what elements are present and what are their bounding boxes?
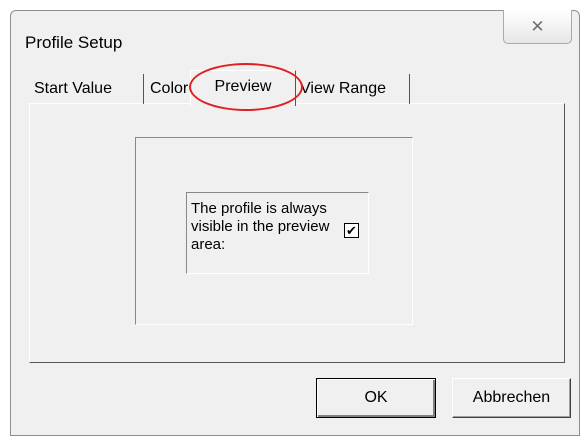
tab-separator	[409, 74, 410, 104]
tab-start-value-label: Start Value	[34, 80, 112, 97]
close-button[interactable]: ✕	[503, 10, 572, 44]
cancel-button-label: Abbrechen	[472, 389, 551, 406]
ok-button[interactable]: OK	[316, 378, 436, 418]
title-bar: Profile Setup ✕	[11, 10, 579, 67]
always-visible-checkbox[interactable]: ✔	[344, 223, 359, 238]
tab-view-range[interactable]: View Range	[300, 74, 386, 104]
cancel-button[interactable]: Abbrechen	[452, 378, 571, 418]
tab-color[interactable]: Color	[150, 74, 188, 104]
tab-view-range-label: View Range	[300, 80, 386, 97]
window-title: Profile Setup	[25, 33, 123, 52]
tab-preview[interactable]: Preview	[190, 70, 296, 106]
tab-start-value[interactable]: Start Value	[34, 74, 112, 104]
tab-preview-label: Preview	[214, 78, 272, 95]
checkmark-icon: ✔	[346, 223, 357, 238]
tab-separator	[143, 74, 144, 104]
ok-button-label: OK	[364, 389, 388, 406]
close-icon: ✕	[530, 16, 545, 36]
always-visible-label: The profile is always visible in the pre…	[191, 200, 330, 253]
tab-color-label: Color	[150, 80, 189, 97]
